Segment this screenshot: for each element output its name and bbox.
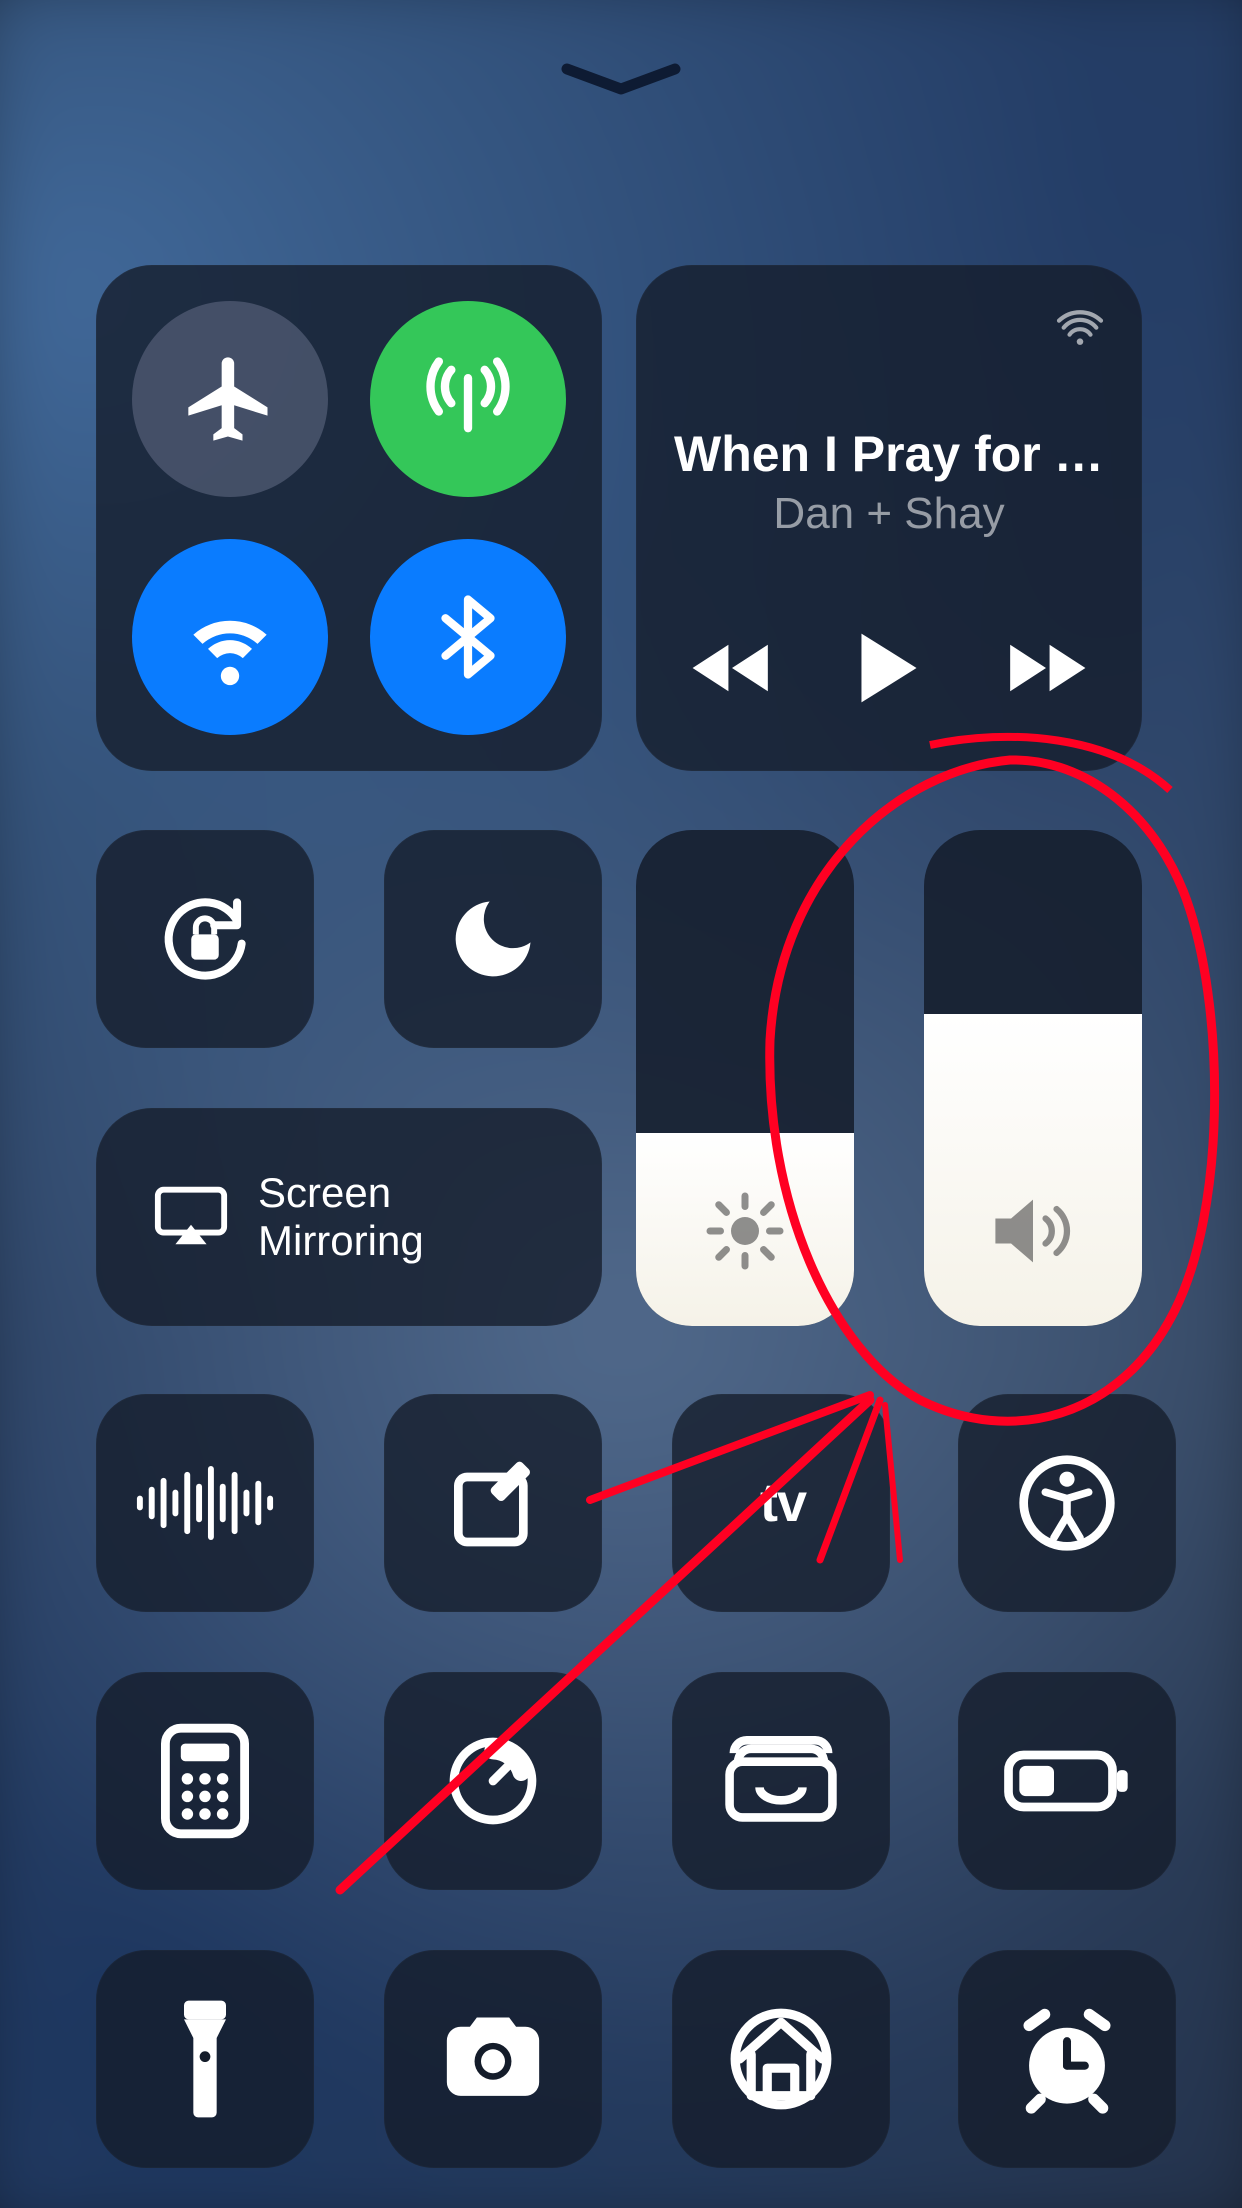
flashlight-button[interactable] <box>96 1950 314 2168</box>
home-icon <box>726 2004 836 2114</box>
chevron-down-icon <box>561 63 681 97</box>
brightness-icon <box>703 1189 787 1278</box>
timer-icon <box>441 1729 545 1833</box>
accessibility-shortcut-button[interactable] <box>958 1394 1176 1612</box>
voice-memos-icon <box>131 1463 279 1543</box>
alarm-button[interactable] <box>958 1950 1176 2168</box>
cellular-data-toggle[interactable] <box>370 301 566 497</box>
airplay-audio-button[interactable] <box>1052 295 1108 356</box>
bluetooth-toggle[interactable] <box>370 539 566 735</box>
wifi-toggle[interactable] <box>132 539 328 735</box>
media-track-title: When I Pray for Y... <box>674 425 1104 483</box>
wallet-icon <box>721 1736 841 1826</box>
apple-tv-label: tv <box>760 1472 806 1534</box>
home-button[interactable] <box>672 1950 890 2168</box>
play-button[interactable] <box>854 629 924 712</box>
do-not-disturb-icon <box>443 889 543 989</box>
notes-button[interactable] <box>384 1394 602 1612</box>
wifi-icon <box>175 582 285 692</box>
calculator-icon <box>161 1723 249 1839</box>
media-artist: Dan + Shay <box>773 489 1004 539</box>
wallet-button[interactable] <box>672 1672 890 1890</box>
volume-fill <box>924 1014 1142 1326</box>
calculator-button[interactable] <box>96 1672 314 1890</box>
apple-tv-remote-button[interactable]: tv <box>672 1394 890 1612</box>
camera-button[interactable] <box>384 1950 602 2168</box>
airplay-audio-icon <box>1052 295 1108 351</box>
forward-button[interactable] <box>1003 638 1089 703</box>
cellular-icon <box>418 349 518 449</box>
airplane-icon <box>180 349 280 449</box>
orientation-lock-toggle[interactable] <box>96 830 314 1048</box>
low-power-mode-icon <box>1002 1745 1132 1817</box>
airplane-mode-toggle[interactable] <box>132 301 328 497</box>
voice-memos-button[interactable] <box>96 1394 314 1612</box>
airplay-video-icon <box>152 1181 230 1253</box>
screen-mirroring-label: Screen Mirroring <box>258 1169 424 1266</box>
rewind-button[interactable] <box>689 638 775 703</box>
bluetooth-icon <box>423 592 513 682</box>
play-icon <box>854 629 924 707</box>
low-power-mode-toggle[interactable] <box>958 1672 1176 1890</box>
media-module[interactable]: When I Pray for Y... Dan + Shay <box>636 265 1142 771</box>
screen-mirroring-button[interactable]: Screen Mirroring <box>96 1108 602 1326</box>
connectivity-module[interactable] <box>96 265 602 771</box>
camera-icon <box>433 2011 553 2107</box>
screen-mirroring-label-line2: Mirroring <box>258 1217 424 1265</box>
do-not-disturb-toggle[interactable] <box>384 830 602 1048</box>
volume-icon <box>986 1189 1080 1278</box>
orientation-lock-icon <box>150 884 260 994</box>
alarm-icon <box>1009 2004 1125 2114</box>
dismiss-chevron[interactable] <box>561 60 681 100</box>
flashlight-icon <box>170 1995 240 2123</box>
rewind-icon <box>689 638 775 698</box>
accessibility-icon <box>1015 1451 1119 1555</box>
apple-tv-remote-icon: tv <box>756 1472 806 1534</box>
volume-slider[interactable] <box>924 830 1142 1326</box>
forward-icon <box>1003 638 1089 698</box>
notes-icon <box>441 1451 545 1555</box>
timer-button[interactable] <box>384 1672 602 1890</box>
brightness-slider[interactable] <box>636 830 854 1326</box>
screen-mirroring-label-line1: Screen <box>258 1169 424 1217</box>
